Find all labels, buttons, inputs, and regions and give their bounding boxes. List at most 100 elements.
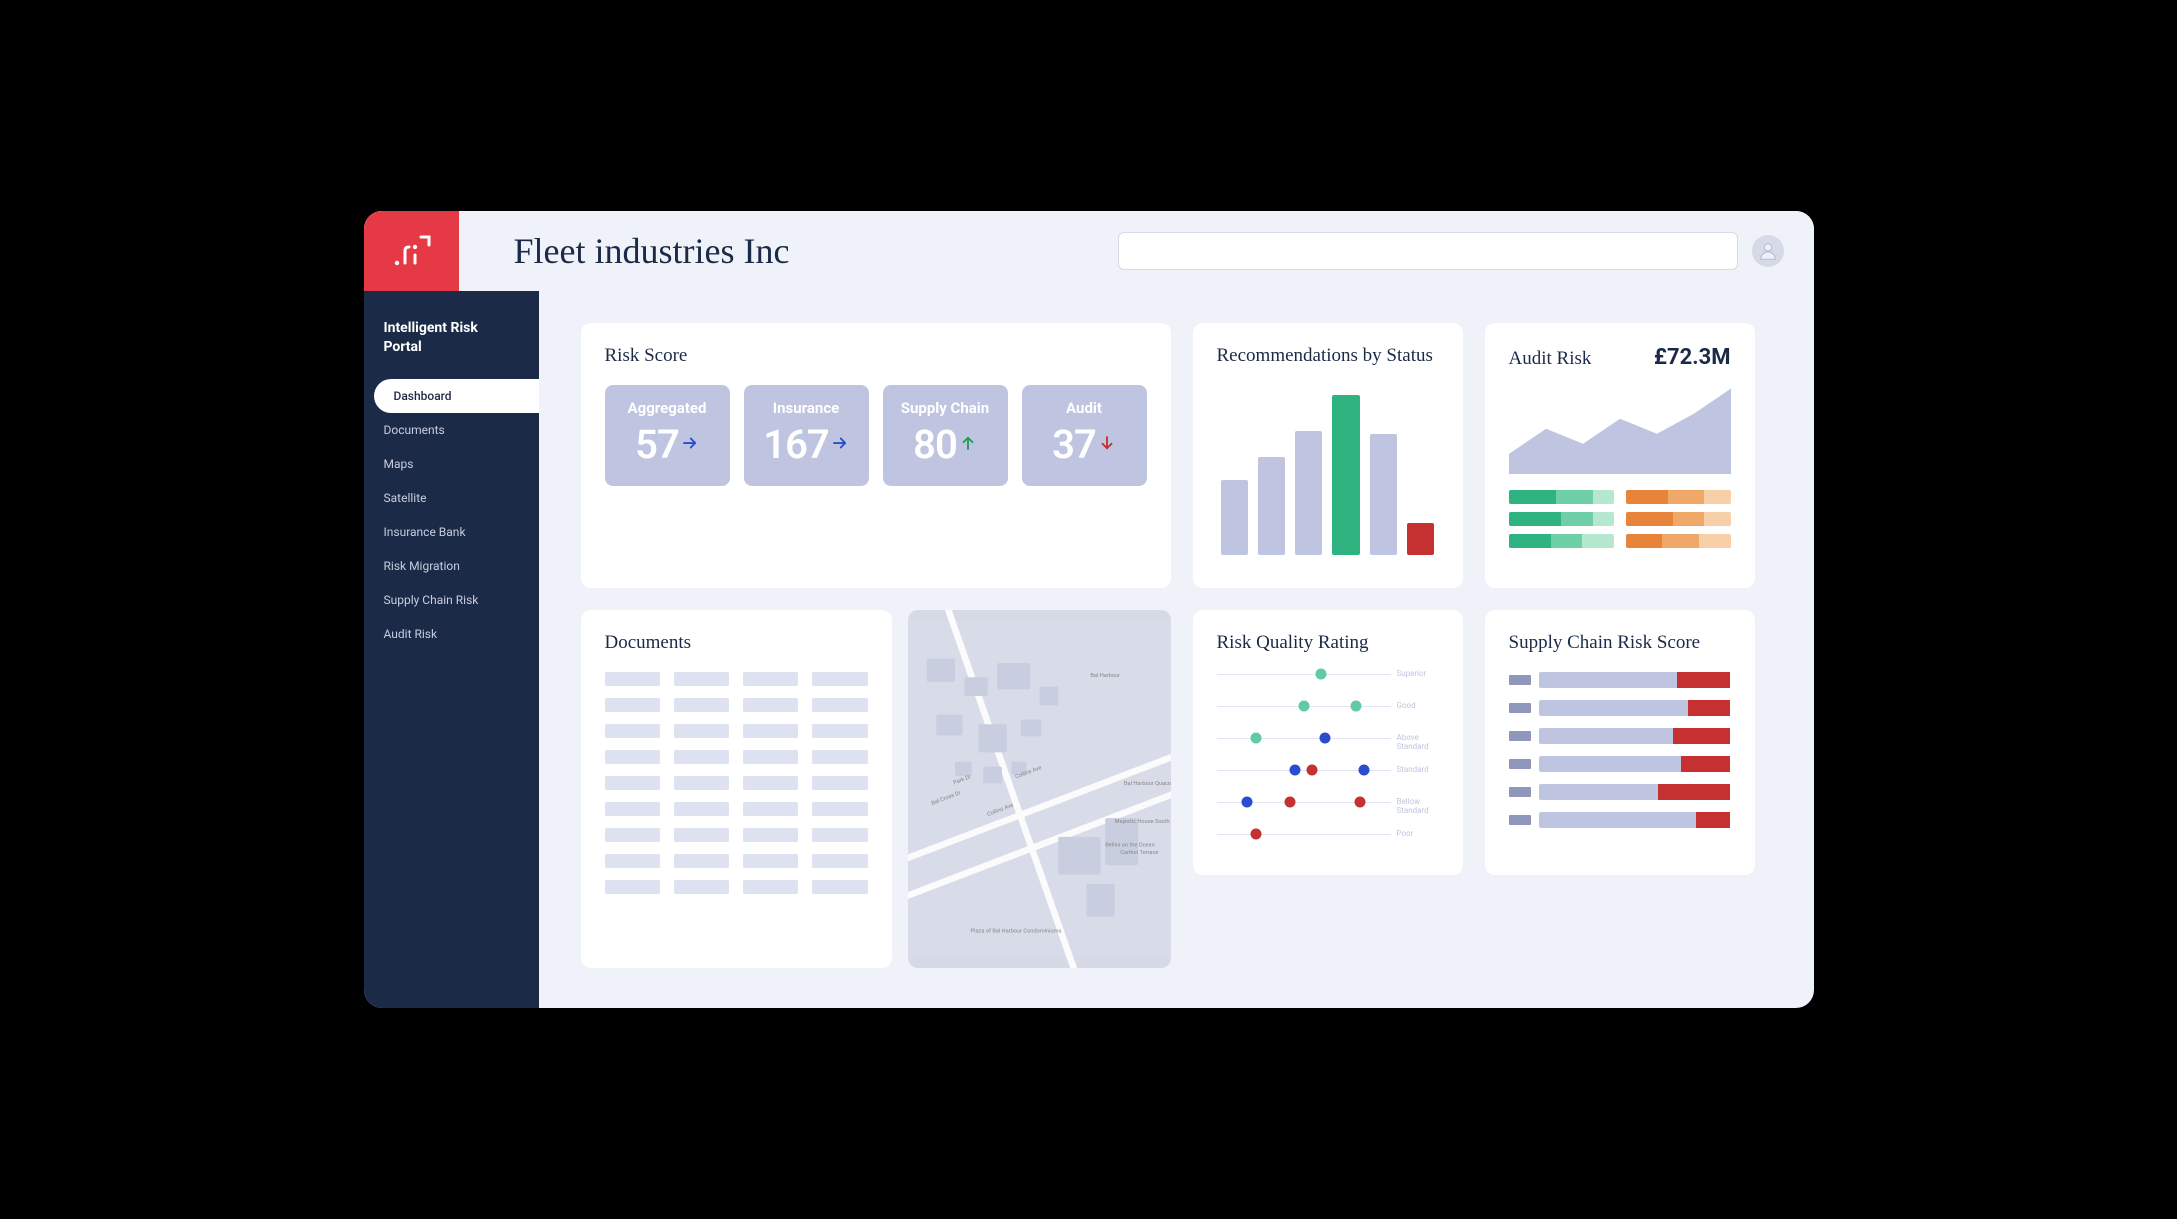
doc-cell <box>605 698 660 712</box>
doc-cell <box>674 750 729 764</box>
doc-cell <box>674 698 729 712</box>
scatter-gridline: Above Standard <box>1217 738 1391 739</box>
scatter-dot <box>1241 797 1252 808</box>
supply-row-label <box>1509 703 1531 713</box>
sidebar-item-audit-risk[interactable]: Audit Risk <box>364 617 539 651</box>
avatar[interactable] <box>1752 235 1784 267</box>
svg-text:Carlton Terrace: Carlton Terrace <box>1120 850 1158 856</box>
sidebar-item-satellite[interactable]: Satellite <box>364 481 539 515</box>
map-preview: Collins Ave Collins Ave Park Dr Bal Cros… <box>908 610 1171 968</box>
documents-title: Documents <box>605 632 868 654</box>
risk-tile-value: 37 <box>1052 421 1096 468</box>
sidebar-item-supply-chain-risk[interactable]: Supply Chain Risk <box>364 583 539 617</box>
company-title: Fleet industries Inc <box>514 230 790 272</box>
svg-text:Bellini on the Ocean: Bellini on the Ocean <box>1105 842 1154 848</box>
supply-row <box>1509 756 1731 772</box>
doc-cell <box>605 672 660 686</box>
doc-cell <box>743 854 798 868</box>
risk-tile-supply-chain[interactable]: Supply Chain 80 <box>883 385 1008 486</box>
risk-tile-label: Aggregated <box>605 399 730 417</box>
scatter-dot <box>1307 765 1318 776</box>
risk-tile-insurance[interactable]: Insurance167 <box>744 385 869 486</box>
topbar: Fleet industries Inc <box>364 211 1814 291</box>
supply-chain-card[interactable]: Supply Chain Risk Score <box>1485 610 1755 875</box>
supply-row <box>1509 784 1731 800</box>
risk-score-card: Risk Score Aggregated57Insurance167Suppl… <box>581 323 1171 588</box>
svg-text:Bal Harbour: Bal Harbour <box>1090 673 1120 679</box>
doc-cell <box>674 802 729 816</box>
doc-cell <box>605 776 660 790</box>
documents-card[interactable]: Documents <box>581 610 892 968</box>
quality-level-label: Standard <box>1393 765 1439 774</box>
search-input[interactable] <box>1118 232 1738 270</box>
scatter-dot <box>1355 797 1366 808</box>
doc-cell <box>674 828 729 842</box>
doc-cell <box>743 776 798 790</box>
risk-tile-label: Audit <box>1022 399 1147 417</box>
audit-seg-bar <box>1626 512 1731 526</box>
audit-seg-bar <box>1509 534 1614 548</box>
rec-bar <box>1407 523 1434 555</box>
sidebar-item-dashboard[interactable]: Dashboard <box>374 379 539 413</box>
risk-tile-aggregated[interactable]: Aggregated 57 <box>605 385 730 486</box>
sidebar-item-risk-migration[interactable]: Risk Migration <box>364 549 539 583</box>
trend-down-icon <box>1096 431 1116 459</box>
audit-seg-bar <box>1509 490 1614 504</box>
risk-tile-value: 80 <box>913 421 957 468</box>
doc-cell <box>605 854 660 868</box>
supply-row-label <box>1509 731 1531 741</box>
sidebar-item-maps[interactable]: Maps <box>364 447 539 481</box>
scatter-dot <box>1298 701 1309 712</box>
supply-row <box>1509 728 1731 744</box>
sidebar-item-documents[interactable]: Documents <box>364 413 539 447</box>
sidebar: Intelligent Risk Portal DashboardDocumen… <box>364 291 539 1008</box>
scatter-dot <box>1289 765 1300 776</box>
audit-risk-card[interactable]: Audit Risk £72.3M <box>1485 323 1755 588</box>
quality-level-label: Good <box>1393 701 1439 710</box>
quality-level-label: Poor <box>1393 829 1439 838</box>
supply-row <box>1509 700 1731 716</box>
scatter-gridline: Superior <box>1217 674 1391 675</box>
doc-cell <box>605 880 660 894</box>
supply-chain-title: Supply Chain Risk Score <box>1509 632 1731 654</box>
audit-segment-bars <box>1509 490 1731 548</box>
doc-cell <box>812 724 867 738</box>
doc-cell <box>674 776 729 790</box>
risk-tile-label: Supply Chain <box>883 399 1008 417</box>
supply-row-label <box>1509 759 1531 769</box>
audit-area-chart <box>1509 384 1731 474</box>
supply-row-label <box>1509 675 1531 685</box>
svg-text:Majestic House South: Majestic House South <box>1114 819 1169 825</box>
user-icon <box>1757 240 1779 262</box>
risk-quality-scatter: SuperiorGoodAbove StandardStandardBellow… <box>1217 674 1439 844</box>
trend-right-icon <box>829 431 849 459</box>
supply-row-label <box>1509 787 1531 797</box>
doc-cell <box>674 672 729 686</box>
scatter-dot <box>1350 701 1361 712</box>
risk-tile-value: 57 <box>635 421 679 468</box>
map-card[interactable]: Collins Ave Collins Ave Park Dr Bal Cros… <box>908 610 1171 968</box>
sidebar-item-insurance-bank[interactable]: Insurance Bank <box>364 515 539 549</box>
logo[interactable] <box>364 211 459 291</box>
doc-cell <box>812 672 867 686</box>
doc-cell <box>743 672 798 686</box>
recommendations-card[interactable]: Recommendations by Status <box>1193 323 1463 588</box>
doc-cell <box>743 828 798 842</box>
quality-level-label: Superior <box>1393 669 1439 678</box>
doc-cell <box>812 802 867 816</box>
audit-seg-bar <box>1626 534 1731 548</box>
rec-bar <box>1258 457 1285 555</box>
audit-risk-amount: £72.3M <box>1654 345 1731 370</box>
svg-text:Plaza of Bal Harbour Condomini: Plaza of Bal Harbour Condominiums <box>970 928 1061 935</box>
supply-chain-chart <box>1509 672 1731 828</box>
supply-row <box>1509 672 1731 688</box>
supply-row <box>1509 812 1731 828</box>
rec-bar <box>1295 431 1322 555</box>
risk-quality-card[interactable]: Risk Quality Rating SuperiorGoodAbove St… <box>1193 610 1463 875</box>
rec-bar <box>1370 434 1397 555</box>
scatter-dot <box>1320 733 1331 744</box>
risk-tile-audit[interactable]: Audit 37 <box>1022 385 1147 486</box>
doc-cell <box>674 880 729 894</box>
doc-cell <box>812 854 867 868</box>
doc-cell <box>605 802 660 816</box>
